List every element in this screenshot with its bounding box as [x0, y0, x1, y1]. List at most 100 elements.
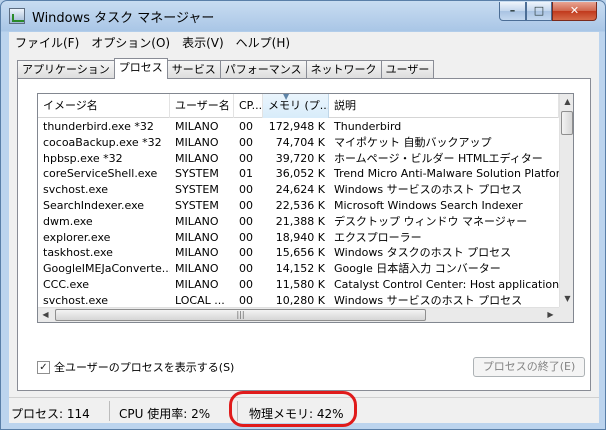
menu-file[interactable]: ファイル(F) [9, 34, 85, 51]
task-manager-app-icon [9, 8, 25, 24]
cell-memory: 36,052 K [275, 167, 325, 181]
cell-memory: 14,152 K [275, 262, 325, 276]
window-title: Windows タスク マネージャー [32, 11, 215, 26]
column-header-cpu[interactable]: CP... [234, 94, 263, 118]
scroll-up-icon[interactable]: ▲ [560, 94, 573, 110]
cell-cpu: 01 [239, 167, 253, 181]
table-row[interactable]: GoogleIMEJaConverte... MILANO 00 14,152 K Go… [38, 261, 559, 277]
status-process-count: プロセス: 114 [11, 407, 90, 421]
column-header-memory-label: メモリ (プ... [268, 99, 329, 112]
cell-memory: 172,948 K [268, 120, 325, 133]
cell-image-name: explorer.exe [43, 230, 111, 244]
table-row[interactable]: cocoaBackup.exe *32 MILANO 00 74,704 K マイポケッ… [38, 135, 559, 151]
title-bar[interactable]: Windows タスク マネージャー – □ ✕ [1, 1, 605, 31]
cell-image-name: thunderbird.exe *32 [43, 120, 154, 133]
cell-user-name: MILANO [175, 262, 219, 276]
tab-services[interactable]: サービス [166, 60, 221, 79]
table-row[interactable]: CCC.exe MILANO 00 11,580 K Catalyst Control … [38, 277, 559, 293]
vertical-scrollbar[interactable]: ▲ ▼ [559, 94, 573, 307]
table-row[interactable]: SearchIndexer.exe SYSTEM 00 22,536 K Microso… [38, 198, 559, 214]
cell-user-name: SYSTEM [175, 167, 219, 181]
column-header-description[interactable]: 説明 [329, 94, 559, 118]
cell-user-name: MILANO [175, 120, 219, 133]
horizontal-scroll-thumb[interactable]: ||| [55, 309, 426, 321]
cell-image-name: dwm.exe [43, 214, 93, 228]
tab-users[interactable]: ユーザー [380, 60, 435, 79]
cell-memory: 18,940 K [275, 230, 325, 244]
maximize-button[interactable]: □ [526, 2, 552, 21]
scroll-left-icon[interactable]: ◀ [38, 307, 53, 322]
menu-bar: ファイル(F) オプション(O) 表示(V) ヘルプ(H) [9, 32, 599, 52]
show-all-users-checkbox[interactable]: ✓ [37, 360, 50, 374]
scroll-down-icon[interactable]: ▼ [560, 291, 573, 307]
status-divider [109, 401, 110, 421]
table-row[interactable]: hpbsp.exe *32 MILANO 00 39,720 K ホームページ・ビルダー… [38, 151, 559, 167]
table-row[interactable]: coreServiceShell.exe SYSTEM 01 36,052 K Tren… [38, 166, 559, 182]
cell-description: Trend Micro Anti-Malware Solution Platfo… [334, 167, 559, 181]
cell-cpu: 00 [239, 135, 253, 149]
cell-description: Google 日本語入力 コンバーター [334, 262, 501, 276]
cell-description: Windows サービスのホスト プロセス [334, 183, 523, 197]
table-row[interactable]: taskhost.exe MILANO 00 15,656 K Windows タスクの… [38, 245, 559, 261]
cell-cpu: 00 [239, 198, 253, 212]
column-header-image-name[interactable]: イメージ名 [38, 94, 170, 118]
table-row[interactable]: explorer.exe MILANO 00 18,940 K エクスプローラー [38, 230, 559, 246]
cell-cpu: 00 [239, 262, 253, 276]
cell-memory: 11,580 K [275, 277, 325, 291]
table-row[interactable]: svchost.exe SYSTEM 00 24,624 K Windows サービスの… [38, 182, 559, 198]
cell-memory: 74,704 K [275, 135, 325, 149]
cell-cpu: 00 [239, 230, 253, 244]
cell-memory: 24,624 K [275, 183, 325, 197]
cell-image-name: CCC.exe [43, 277, 90, 291]
tab-applications[interactable]: アプリケーション [17, 60, 115, 79]
cell-cpu: 00 [239, 151, 253, 165]
cell-description: Windows タスクのホスト プロセス [334, 246, 512, 260]
tab-processes[interactable]: プロセス [113, 58, 168, 79]
menu-view[interactable]: 表示(V) [176, 34, 230, 51]
cell-user-name: MILANO [175, 246, 219, 260]
process-rows: thunderbird.exe *32 MILANO 00 172,948 K Thun… [38, 119, 559, 322]
table-row[interactable]: dwm.exe MILANO 00 21,388 K デスクトップ ウィンドウ マネージ… [38, 214, 559, 230]
cell-memory: 39,720 K [275, 151, 325, 165]
horizontal-scrollbar[interactable]: ◀ ||| ▶ [38, 307, 559, 322]
cell-description: Thunderbird [334, 120, 402, 133]
tab-networking[interactable]: ネットワーク [305, 60, 382, 79]
show-all-users-option[interactable]: ✓ 全ユーザーのプロセスを表示する(S) [37, 359, 234, 375]
scroll-right-icon[interactable]: ▶ [543, 307, 558, 322]
cell-description: ホームページ・ビルダー HTMLエディター [334, 151, 543, 165]
table-row[interactable]: thunderbird.exe *32 MILANO 00 172,948 K Thun… [38, 119, 559, 135]
cell-user-name: SYSTEM [175, 198, 219, 212]
tab-performance[interactable]: パフォーマンス [219, 60, 307, 79]
tab-strip: アプリケーション プロセス サービス パフォーマンス ネットワーク ユーザー [17, 58, 435, 79]
cell-image-name: coreServiceShell.exe [43, 167, 158, 181]
scrollbar-corner [559, 307, 573, 322]
menu-options[interactable]: オプション(O) [85, 34, 176, 51]
cell-user-name: MILANO [175, 277, 219, 291]
column-header-user-name[interactable]: ユーザー名 [170, 94, 234, 118]
column-header-memory[interactable]: ▼ メモリ (プ... [263, 94, 329, 118]
process-list[interactable]: イメージ名 ユーザー名 CP... ▼ メモリ (プ... 説明 thunder… [37, 93, 574, 323]
cell-description: Catalyst Control Center: Host applicatio… [334, 277, 559, 291]
cell-user-name: MILANO [175, 214, 219, 228]
cell-cpu: 00 [239, 277, 253, 291]
cell-description: Microsoft Windows Search Indexer [334, 198, 523, 212]
processes-panel: イメージ名 ユーザー名 CP... ▼ メモリ (プ... 説明 thunder… [17, 78, 591, 391]
cell-user-name: SYSTEM [175, 183, 219, 197]
cell-image-name: svchost.exe [43, 183, 109, 197]
cell-image-name: SearchIndexer.exe [43, 198, 145, 212]
minimize-button[interactable]: – [499, 2, 526, 21]
status-cpu-usage: CPU 使用率: 2% [119, 407, 211, 421]
vertical-scroll-thumb[interactable] [561, 111, 573, 135]
cell-cpu: 00 [239, 183, 253, 197]
close-button[interactable]: ✕ [552, 2, 597, 21]
cell-image-name: cocoaBackup.exe *32 [43, 135, 162, 149]
cell-user-name: MILANO [175, 151, 219, 165]
sort-descending-icon: ▼ [283, 94, 290, 101]
task-manager-window: Windows タスク マネージャー – □ ✕ ファイル(F) オプション(O… [0, 0, 606, 430]
cell-cpu: 00 [239, 214, 253, 228]
column-header-row: イメージ名 ユーザー名 CP... ▼ メモリ (プ... 説明 [38, 94, 559, 118]
end-process-button[interactable]: プロセスの終了(E) [473, 357, 585, 377]
cell-image-name: taskhost.exe [43, 246, 113, 260]
cell-description: マイポケット 自動バックアップ [334, 135, 492, 149]
menu-help[interactable]: ヘルプ(H) [230, 34, 296, 51]
